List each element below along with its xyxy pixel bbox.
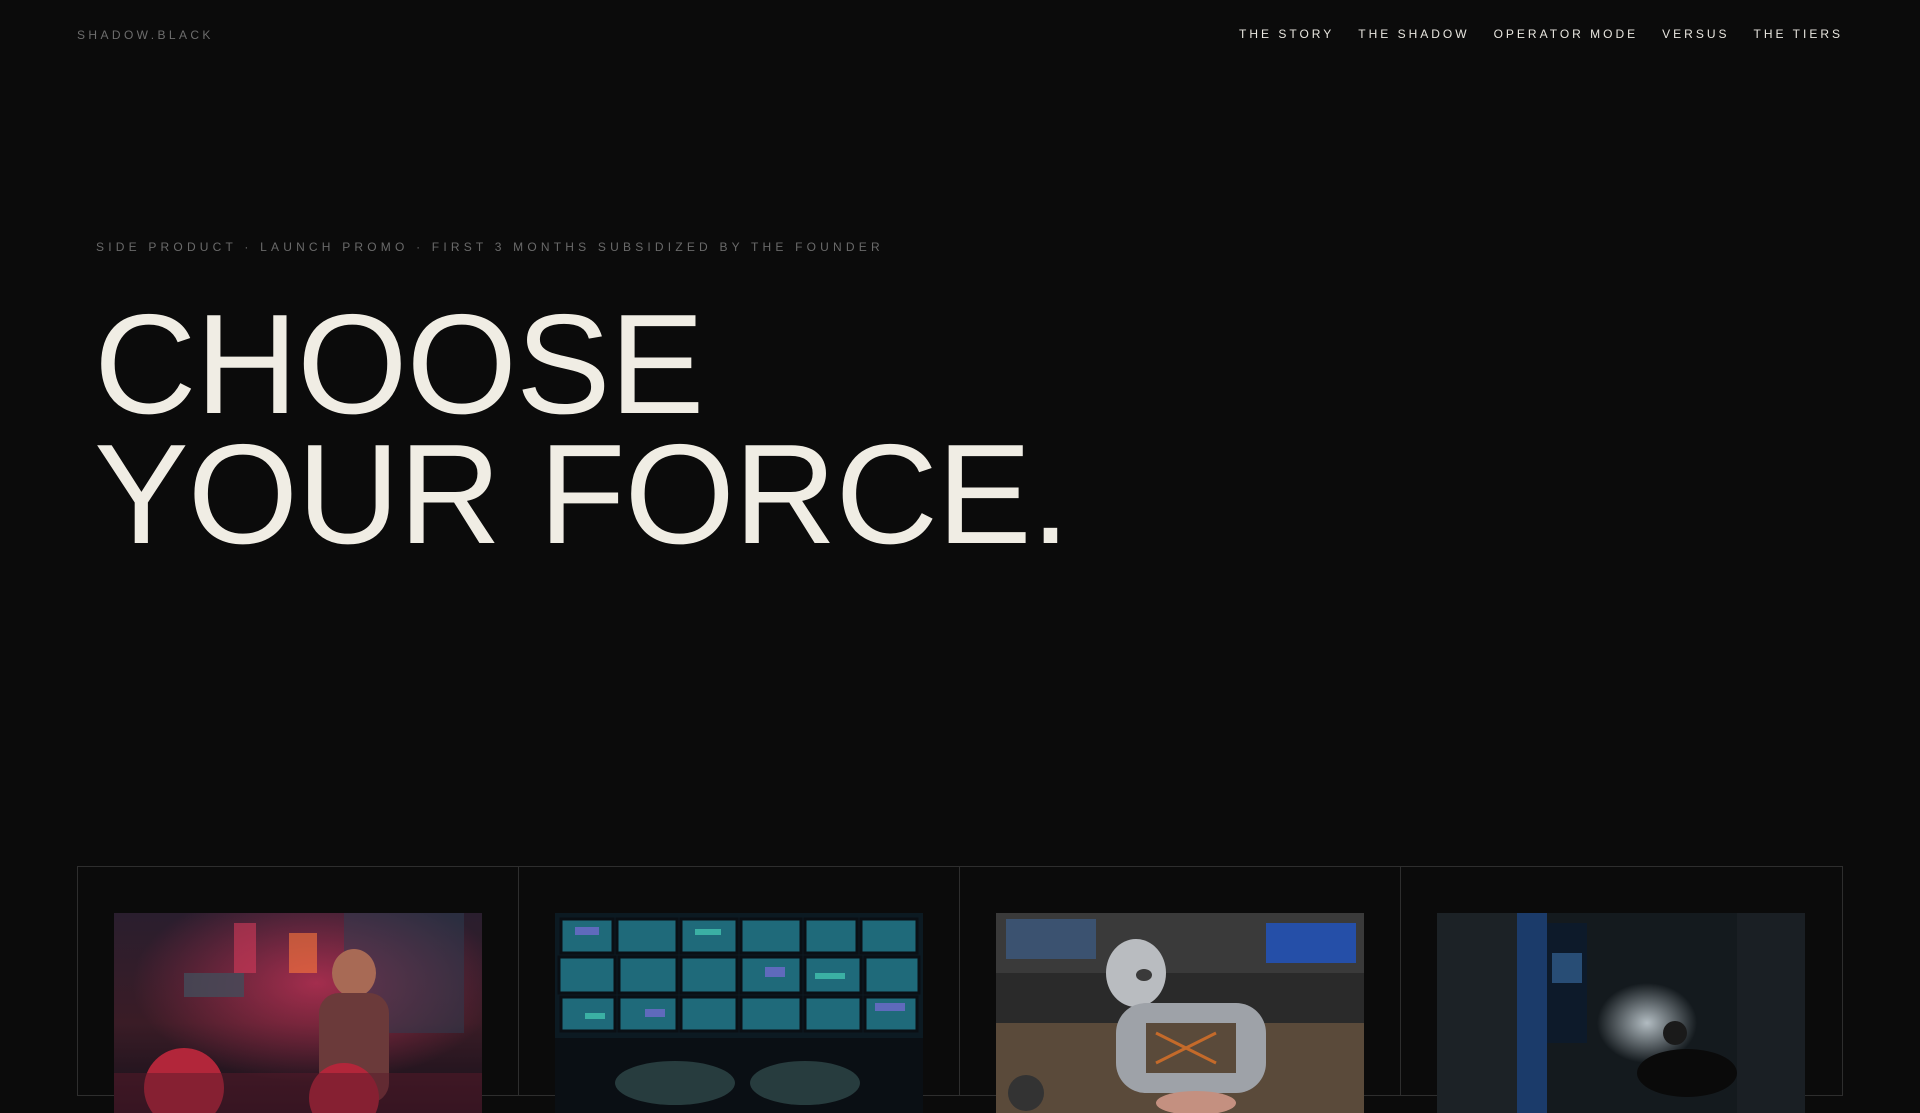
nav-link-story[interactable]: THE STORY [1239,27,1334,41]
nav-link-versus[interactable]: VERSUS [1662,27,1729,41]
top-nav: SHADOW.BLACK THE STORY THE SHADOW OPERAT… [0,0,1920,70]
nav-link-tiers[interactable]: THE TIERS [1754,27,1843,41]
eyebrow-text: SIDE PRODUCT · LAUNCH PROMO · FIRST 3 MO… [96,240,884,254]
headline-line-1: CHOOSE [94,285,704,444]
robot-workshop-image [996,913,1364,1113]
nav-link-shadow[interactable]: THE SHADOW [1358,27,1469,41]
force-card-1[interactable] [78,867,519,1113]
force-cards [77,866,1843,1113]
force-card-3[interactable] [960,867,1401,1113]
monitor-wall-image [555,913,923,1113]
nav-link-operator-mode[interactable]: OPERATOR MODE [1494,27,1639,41]
force-card-2[interactable] [519,867,960,1113]
brand-logo[interactable]: SHADOW.BLACK [77,28,214,42]
boxer-neon-street-image [114,913,482,1113]
dark-corridor-flashlight-image [1437,913,1805,1113]
headline-line-2: YOUR FORCE. [94,415,1070,574]
nav-links: THE STORY THE SHADOW OPERATOR MODE VERSU… [1239,27,1843,41]
force-card-4[interactable] [1401,867,1842,1113]
hero-headline: CHOOSE YOUR FORCE. [94,285,1070,574]
